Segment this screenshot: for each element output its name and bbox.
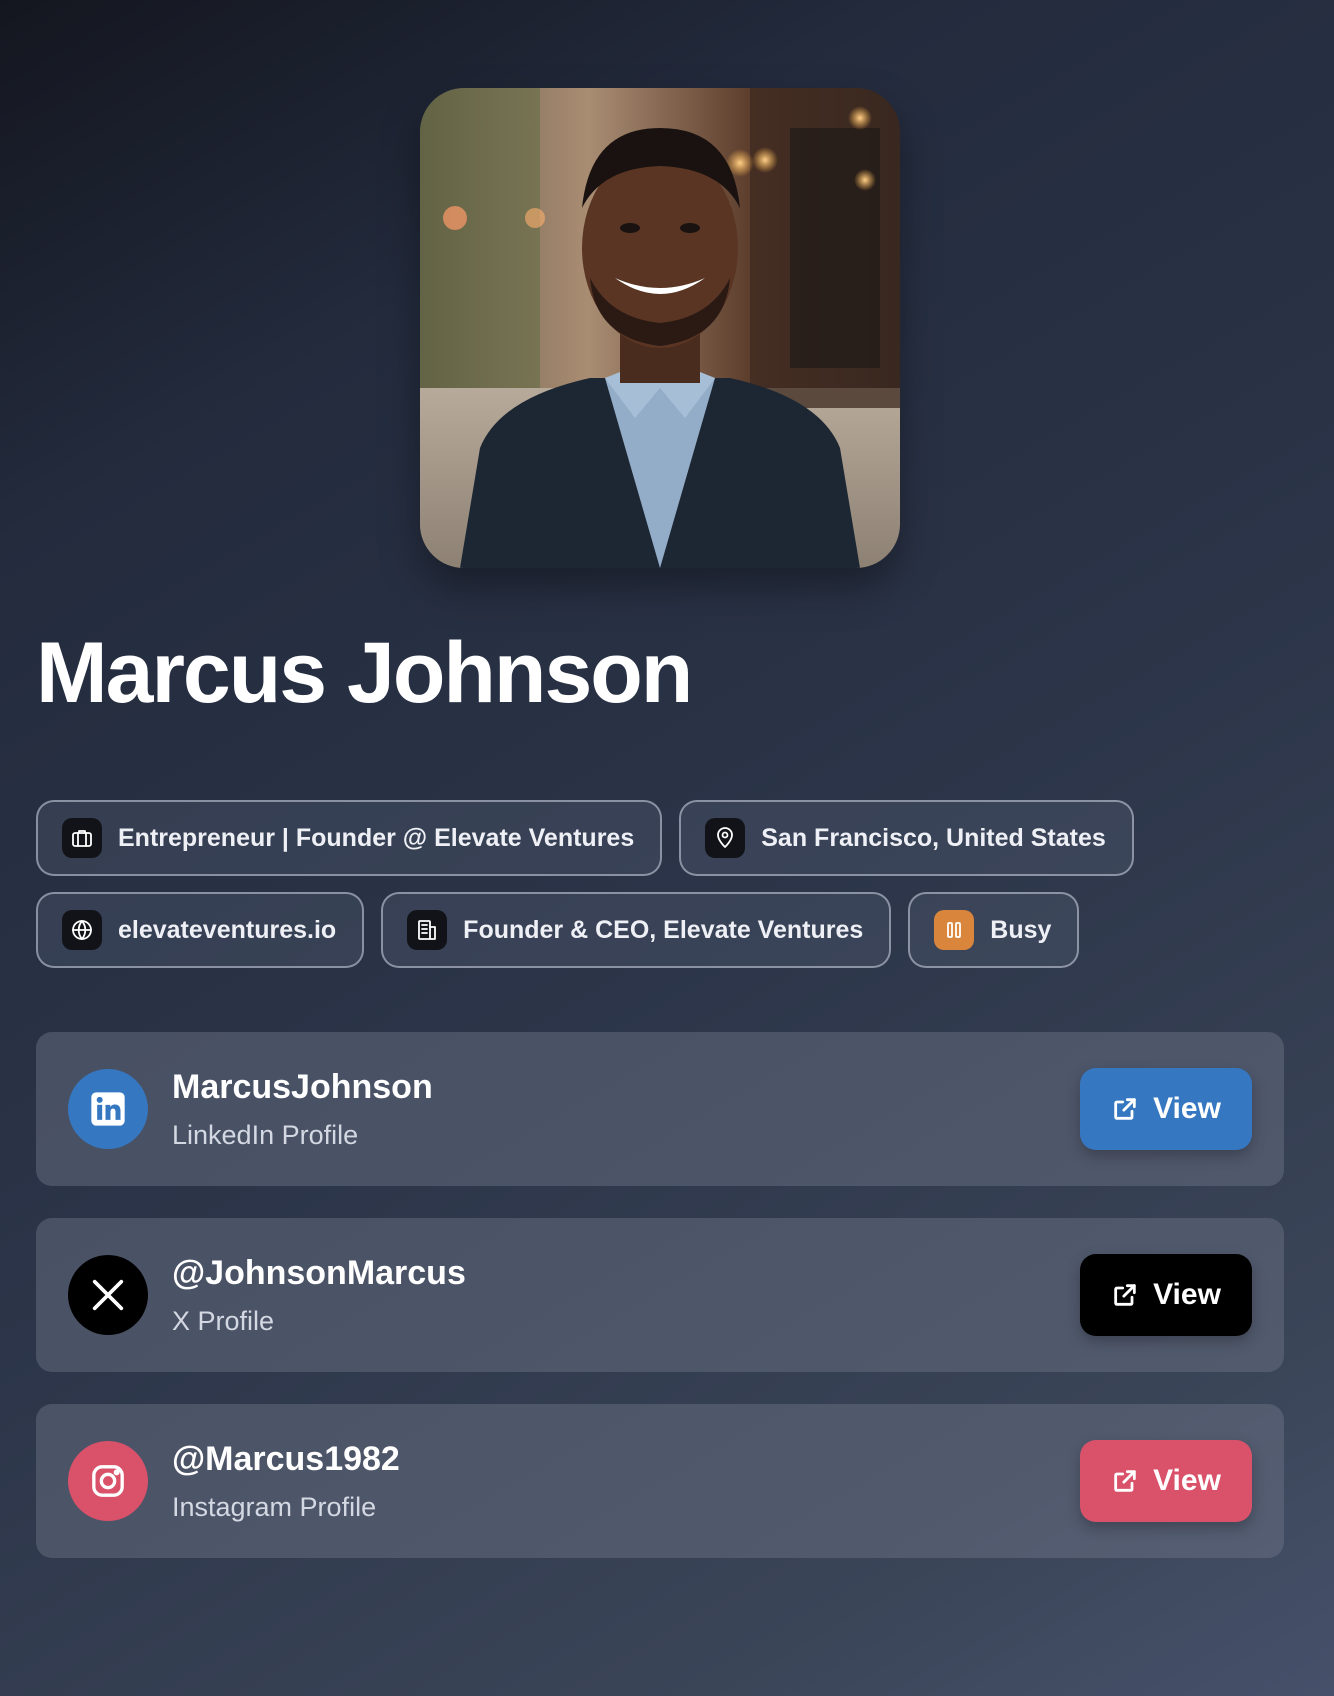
x-view-label: View	[1153, 1278, 1221, 1311]
profile-name: Marcus Johnson	[36, 625, 693, 721]
linkedin-icon	[68, 1069, 148, 1149]
instagram-handle: @Marcus1982	[172, 1440, 400, 1478]
profile-photo	[420, 88, 900, 568]
map-pin-icon	[705, 818, 746, 858]
instagram-icon	[68, 1441, 148, 1521]
chip-headline: Entrepreneur | Founder @ Elevate Venture…	[36, 800, 663, 876]
chip-status: Busy	[908, 892, 1080, 968]
external-link-icon	[1114, 1470, 1136, 1492]
instagram-view-button[interactable]: View	[1080, 1440, 1252, 1522]
social-card-linkedin: MarcusJohnson LinkedIn Profile View	[36, 1032, 1284, 1186]
chip-website[interactable]: elevateventures.io	[36, 892, 365, 968]
chip-location: San Francisco, United States	[679, 800, 1134, 876]
instagram-subtitle: Instagram Profile	[172, 1492, 377, 1522]
chip-location-label: San Francisco, United States	[761, 823, 1106, 852]
building-icon	[407, 910, 448, 950]
pause-icon	[934, 910, 975, 950]
social-card-x: @JohnsonMarcus X Profile View	[36, 1218, 1284, 1372]
chip-status-label: Busy	[990, 915, 1052, 944]
linkedin-handle: MarcusJohnson	[172, 1068, 433, 1106]
chip-headline-label: Entrepreneur | Founder @ Elevate Venture…	[118, 823, 635, 852]
social-card-instagram: @Marcus1982 Instagram Profile View	[36, 1404, 1284, 1558]
chip-website-label: elevateventures.io	[118, 915, 337, 944]
info-chips-row-2: elevateventures.io Founder & CEO, Elevat…	[36, 892, 1080, 968]
x-subtitle: X Profile	[172, 1306, 275, 1336]
external-link-icon	[1114, 1284, 1136, 1306]
info-chips-row-1: Entrepreneur | Founder @ Elevate Venture…	[36, 800, 1134, 876]
x-icon	[68, 1255, 148, 1335]
linkedin-subtitle: LinkedIn Profile	[172, 1120, 359, 1150]
linkedin-view-label: View	[1153, 1092, 1221, 1125]
external-link-icon	[1114, 1098, 1136, 1120]
chip-position-label: Founder & CEO, Elevate Ventures	[463, 915, 864, 944]
instagram-view-label: View	[1153, 1464, 1221, 1497]
globe-icon	[62, 910, 102, 950]
linkedin-view-button[interactable]: View	[1080, 1068, 1252, 1150]
x-view-button[interactable]: View	[1080, 1254, 1252, 1336]
briefcase-icon	[62, 818, 102, 858]
x-handle: @JohnsonMarcus	[172, 1254, 466, 1292]
chip-position: Founder & CEO, Elevate Ventures	[381, 892, 892, 968]
